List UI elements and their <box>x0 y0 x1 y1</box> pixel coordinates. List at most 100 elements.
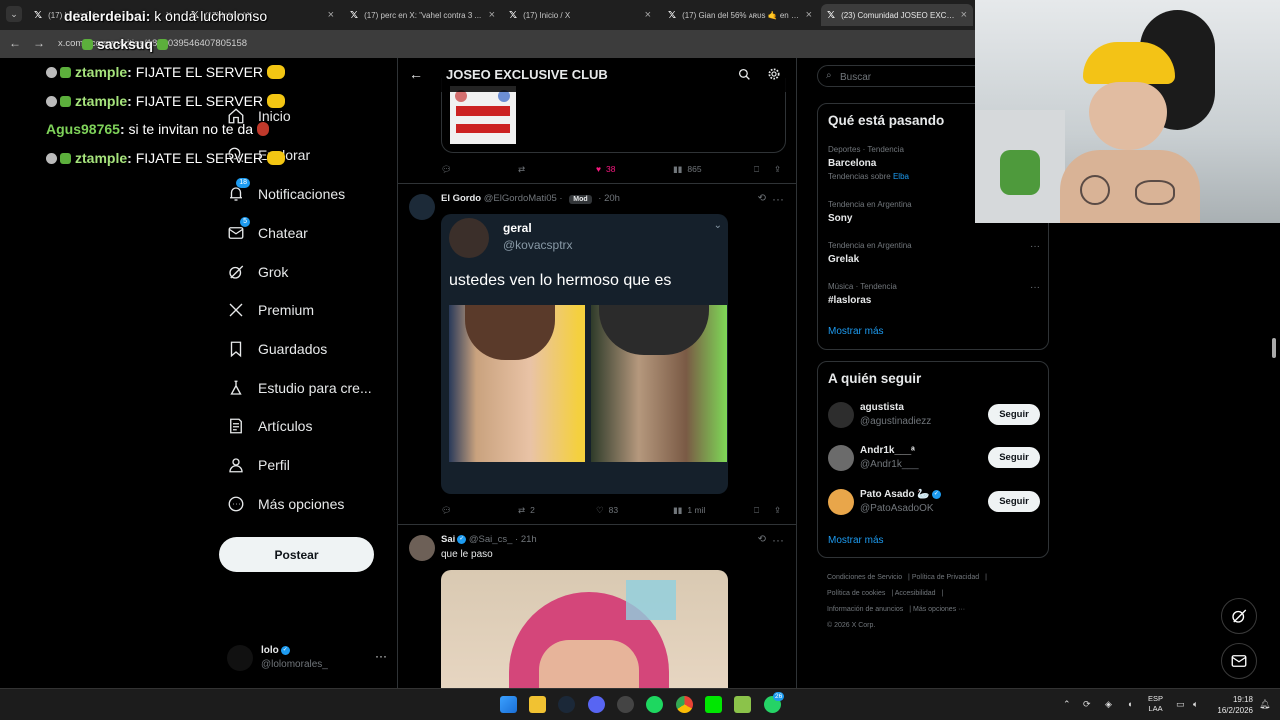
follow-button[interactable]: Seguir <box>988 491 1040 512</box>
avatar[interactable] <box>409 535 435 561</box>
shield-icon[interactable]: ◈ <box>1105 699 1112 710</box>
tweet-image[interactable] <box>441 570 728 688</box>
close-tab-icon[interactable]: × <box>961 9 967 21</box>
network-icon[interactable]: ▭ <box>1176 699 1185 710</box>
follow-suggestion[interactable]: Andr1k___ᵃ @Andr1k___ Seguir <box>828 443 1040 475</box>
post-button[interactable]: Postear <box>219 537 374 572</box>
embed-text: ustedes ven lo hermoso que es <box>449 272 672 289</box>
share-icon[interactable]: ⇪ <box>774 505 781 516</box>
grok-icon[interactable]: ⟲ <box>758 193 766 204</box>
share-icon[interactable]: ⇪ <box>774 164 781 175</box>
footer-link[interactable]: Accesibilidad <box>895 590 936 597</box>
author-handle[interactable]: @ElGordoMati05 <box>484 193 557 204</box>
browser-tab[interactable]: 𝕏 (17) perc en X: "vahel contra 3 ... × <box>344 4 501 26</box>
trend-sub-link[interactable]: Elba <box>893 172 909 181</box>
chevron-up-icon[interactable]: ⌃ <box>1063 699 1071 710</box>
views-button[interactable]: ▮▮ 1 mil <box>673 505 705 516</box>
show-more-link[interactable]: Mostrar más <box>828 326 884 337</box>
author-handle[interactable]: @Sai_cs_ <box>469 534 512 545</box>
minecraft-icon[interactable] <box>734 696 751 713</box>
scrollbar-thumb[interactable] <box>1272 338 1276 358</box>
pepe-emote-icon <box>157 39 169 50</box>
nav-item-profile[interactable]: Perfil <box>227 451 290 479</box>
close-tab-icon[interactable]: × <box>328 9 334 21</box>
footer-link[interactable]: Política de cookies <box>827 590 885 597</box>
repost-button[interactable]: ⇄ 2 <box>518 505 535 516</box>
follow-suggestion[interactable]: agustista @agustinadiezz Seguir <box>828 400 1040 432</box>
follow-suggestion[interactable]: Pato Asado 🦢 ✓ @PatoAsadoOK Seguir <box>828 487 1040 519</box>
notification-icon[interactable]: 🔔︎ <box>1259 699 1270 710</box>
repost-icon[interactable]: ⇄ <box>518 164 525 175</box>
clock[interactable]: 19:18 16/2/2026 <box>1211 694 1253 716</box>
close-tab-icon[interactable]: × <box>489 9 495 21</box>
account-handle: @lolomorales_ <box>261 659 328 670</box>
footer-link[interactable]: Información de anuncios <box>827 606 903 613</box>
browser-tab-active[interactable]: 𝕏 (23) Comunidad JOSEO EXCLUSIVE... × <box>821 4 973 26</box>
like-button[interactable]: ♥ 38 <box>596 164 616 174</box>
nav-item-grok[interactable]: Grok <box>227 258 288 286</box>
nav-item-bookmarks[interactable]: Guardados <box>227 335 327 363</box>
spotify-icon[interactable] <box>646 696 663 713</box>
gear-icon[interactable] <box>767 67 781 81</box>
tweet-time[interactable]: 20h <box>604 193 620 204</box>
language-indicator[interactable]: ESP LAA <box>1148 694 1163 714</box>
footer-link[interactable]: Más opciones ··· <box>913 606 965 613</box>
bookmark-icon[interactable]: ⎕ <box>754 505 759 516</box>
nav-item-creator-studio[interactable]: Estudio para cre... <box>227 374 372 402</box>
nav-item-notifications[interactable]: 18 Notificaciones <box>227 178 345 208</box>
nav-item-chat[interactable]: 5 Chatear <box>227 217 308 247</box>
messages-button[interactable] <box>1221 643 1257 679</box>
follow-button[interactable]: Seguir <box>988 404 1040 425</box>
emote-icon <box>82 39 93 50</box>
tweet-image[interactable] <box>450 86 516 144</box>
sync-icon[interactable]: ⟳ <box>1083 699 1091 710</box>
kick-icon[interactable] <box>705 696 722 713</box>
mic-icon[interactable]: ◖ <box>1127 699 1132 709</box>
nav-item-more-options[interactable]: Más opciones <box>227 490 344 518</box>
more-dots-icon[interactable]: ··· <box>772 533 784 547</box>
trend-item[interactable]: Música · Tendencia #lasloras ··· <box>828 282 1040 306</box>
footer-link[interactable]: Política de Privacidad <box>912 574 979 581</box>
tweet-time[interactable]: 21h <box>521 534 537 545</box>
trend-item[interactable]: Tendencia en Argentina Grelak ··· <box>828 241 1040 265</box>
tweet[interactable]: Sai ✓ @Sai_cs_ · 21h ⟲ ··· que le paso <box>398 525 796 688</box>
search-icon[interactable] <box>738 68 751 81</box>
browser-tab[interactable]: 𝕏 (17) Inicio / X × <box>503 4 657 26</box>
grok-icon[interactable]: ⟲ <box>758 534 766 545</box>
steam-icon[interactable] <box>558 696 575 713</box>
nav-item-premium[interactable]: Premium <box>227 296 314 324</box>
bookmark-icon[interactable]: ⎕ <box>754 164 759 175</box>
discord-icon[interactable] <box>588 696 605 713</box>
more-dots-icon[interactable]: ··· <box>772 192 784 206</box>
close-tab-icon[interactable]: × <box>645 9 651 21</box>
more-dots-icon[interactable]: ··· <box>1030 282 1040 293</box>
like-button[interactable]: ♡ 83 <box>596 505 618 516</box>
browser-tab[interactable]: 𝕏 (17) Gian del 56% ᴀʀᴜs 🤙 en X... × <box>662 4 818 26</box>
chrome-icon[interactable] <box>676 696 693 713</box>
nav-item-articles[interactable]: Artículos <box>227 412 312 440</box>
back-arrow-icon[interactable]: ← <box>9 36 21 50</box>
start-icon[interactable] <box>500 696 517 713</box>
author-name[interactable]: El Gordo <box>441 193 481 204</box>
account-switcher[interactable]: lolo ✓ @lolomorales_ ··· <box>227 643 387 673</box>
footer-link[interactable]: Condiciones de Servicio <box>827 574 902 581</box>
views-button[interactable]: ▮▮ 865 <box>673 164 702 175</box>
app-icon[interactable] <box>617 696 634 713</box>
folder-icon[interactable] <box>529 696 546 713</box>
tweet[interactable]: El Gordo @ElGordoMati05 · Mod · 20h ⟲ ··… <box>398 184 796 525</box>
back-arrow-icon[interactable]: ← <box>409 66 423 82</box>
more-dots-icon[interactable]: ··· <box>375 649 387 663</box>
volume-icon[interactable]: 🔈︎ <box>1193 699 1198 710</box>
reply-icon[interactable]: 💬︎ <box>441 164 452 175</box>
follow-button[interactable]: Seguir <box>988 447 1040 468</box>
tab-list-button[interactable]: ⌄ <box>6 6 22 22</box>
close-tab-icon[interactable]: × <box>806 9 812 21</box>
embedded-screenshot[interactable]: geral @kovacsptrx ⌄ ustedes ven lo hermo… <box>441 214 728 494</box>
author-name[interactable]: Sai <box>441 534 455 545</box>
show-more-link[interactable]: Mostrar más <box>828 535 884 546</box>
avatar[interactable] <box>409 194 435 220</box>
reply-icon[interactable]: 💬︎ <box>441 505 452 516</box>
forward-arrow-icon[interactable]: → <box>33 36 45 50</box>
grok-button[interactable] <box>1221 598 1257 634</box>
more-dots-icon[interactable]: ··· <box>1030 241 1040 252</box>
